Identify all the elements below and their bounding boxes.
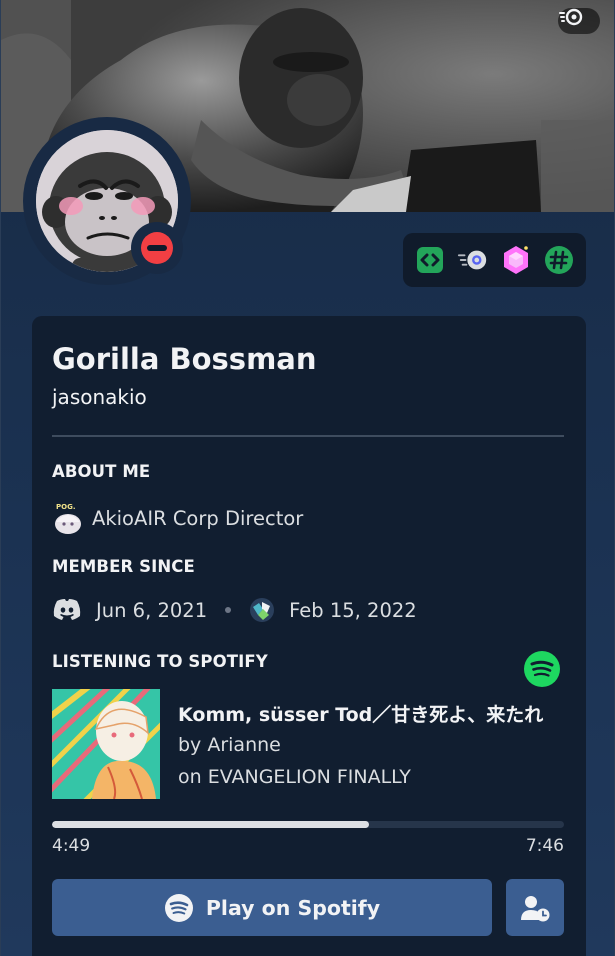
status-indicator: [131, 222, 183, 274]
discord-member-since-date: Jun 6, 2021: [96, 598, 208, 622]
separator-dot: [225, 607, 232, 613]
member-since-row: Jun 6, 2021 Feb 15, 2022: [52, 596, 417, 624]
member-since-heading: MEMBER SINCE: [52, 557, 195, 576]
pog-emoji-icon: POG.: [52, 502, 86, 534]
hashtag-badge-icon[interactable]: [543, 244, 575, 276]
total-time: 7:46: [525, 836, 564, 856]
server-icon: [249, 597, 275, 623]
listening-to-spotify-heading: LISTENING TO SPOTIFY: [52, 652, 268, 671]
about-me-body: AkioAIR Corp Director: [92, 506, 304, 530]
track-album[interactable]: on EVANGELION FINALLY: [178, 766, 411, 788]
about-me-text: POG. AkioAIR Corp Director: [52, 502, 303, 534]
track-artist[interactable]: by Arianne: [178, 734, 281, 756]
about-me-heading: ABOUT ME: [52, 462, 151, 481]
user-profile-popout: Gorilla Bossman jasonakio ABOUT ME POG. …: [0, 0, 615, 956]
elapsed-time: 4:49: [52, 836, 91, 856]
pog-emoji-caption: POG.: [56, 503, 76, 511]
display-name: Gorilla Bossman: [52, 342, 317, 376]
active-developer-badge-icon[interactable]: [414, 244, 446, 276]
username[interactable]: jasonakio: [52, 385, 147, 409]
profile-body-card: Gorilla Bossman jasonakio ABOUT ME POG. …: [32, 316, 586, 956]
spotify-icon: [164, 893, 194, 923]
add-friend-icon: [519, 893, 551, 923]
add-friend-button[interactable]: [506, 879, 564, 936]
server-booster-gem-icon[interactable]: [500, 244, 532, 276]
do-not-disturb-icon: [141, 232, 173, 264]
playback-progress-fill: [52, 821, 370, 828]
play-on-spotify-button[interactable]: Play on Spotify: [52, 879, 492, 936]
server-member-since-date: Feb 15, 2022: [289, 598, 417, 622]
spotify-logo-icon[interactable]: [523, 650, 561, 688]
nitro-badge-icon[interactable]: [457, 244, 489, 276]
divider: [52, 435, 564, 437]
play-on-spotify-label: Play on Spotify: [205, 895, 381, 920]
discord-logo-icon: [52, 598, 82, 622]
avatar[interactable]: [23, 117, 191, 285]
album-art[interactable]: [52, 689, 160, 799]
playback-progress-bar: [52, 821, 564, 828]
track-title[interactable]: Komm, süsser Tod／甘き死よ、来たれ: [178, 700, 560, 727]
nitro-icon[interactable]: [558, 8, 600, 34]
badge-list: [403, 233, 586, 287]
